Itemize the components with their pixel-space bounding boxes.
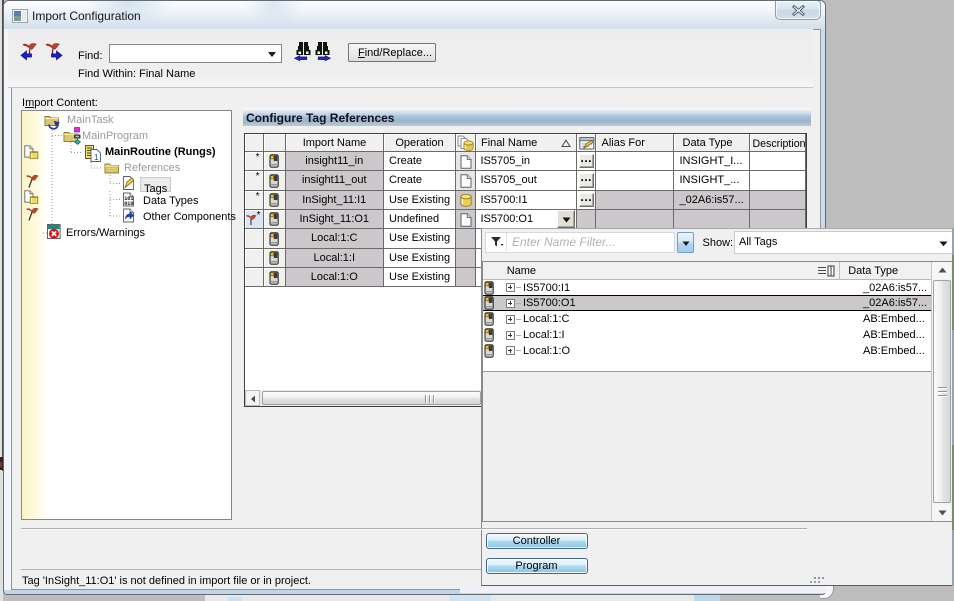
svg-text:010: 010 — [124, 201, 133, 207]
svg-text:1: 1 — [94, 153, 99, 162]
